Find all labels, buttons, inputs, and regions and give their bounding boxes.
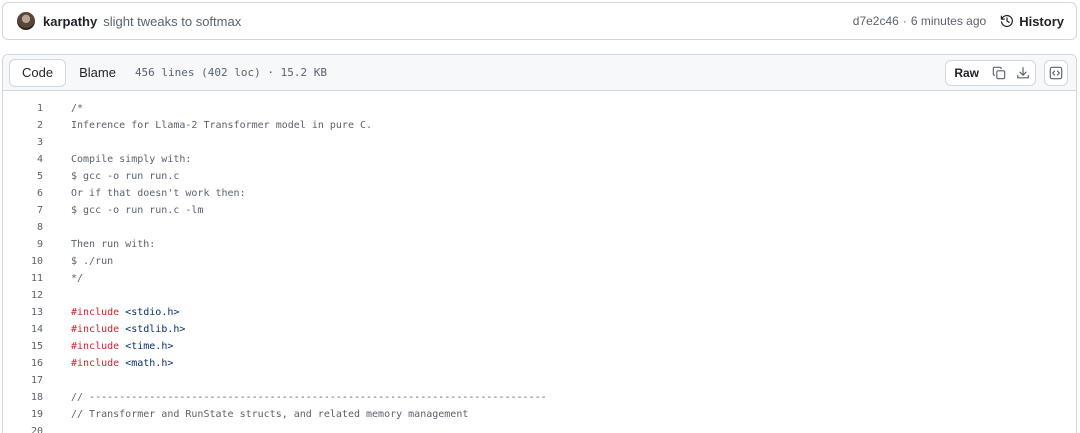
file-header: Code Blame 456 lines (402 loc) · 15.2 KB… [3, 55, 1076, 91]
include-header: <time.h> [125, 341, 174, 352]
download-icon [1017, 66, 1029, 78]
line-number[interactable]: 10 [3, 256, 43, 267]
line-number[interactable]: 20 [3, 426, 43, 433]
history-label: History [1019, 13, 1064, 29]
commit-hash-link[interactable]: d7e2c46 [853, 14, 899, 28]
code-line: 17 [3, 372, 1076, 389]
view-toggle: Code Blame [9, 58, 129, 87]
line-number[interactable]: 6 [3, 188, 43, 199]
raw-button-group: Raw [945, 59, 1036, 86]
code-text: */ [71, 273, 84, 284]
line-number[interactable]: 11 [3, 273, 43, 284]
line-number[interactable]: 15 [3, 341, 43, 352]
code-line: 8 [3, 219, 1076, 236]
history-button[interactable]: History [1000, 14, 1064, 29]
include-header: <stdio.h> [125, 307, 180, 318]
line-number[interactable]: 16 [3, 358, 43, 369]
line-number[interactable]: 5 [3, 171, 43, 182]
code-line: 7 $ gcc -o run run.c -lm [3, 202, 1076, 219]
include-keyword: #include [71, 324, 120, 335]
code-tab[interactable]: Code [9, 58, 67, 87]
code-line: 4 Compile simply with: [3, 151, 1076, 168]
commit-meta: d7e2c46 · 6 minutes ago History [853, 14, 1064, 29]
file-info: 456 lines (402 loc) · 15.2 KB [134, 66, 327, 79]
line-number[interactable]: 12 [3, 290, 43, 301]
code-view: 1 /* 2 Inference for Llama-2 Transformer mo… [3, 91, 1076, 433]
include-keyword: #include [71, 341, 120, 352]
line-number[interactable]: 4 [3, 154, 43, 165]
code-line: 20 [3, 423, 1076, 433]
commit-message-link[interactable]: slight tweaks to softmax [103, 14, 241, 29]
include-keyword: #include [71, 358, 120, 369]
include-header: <math.h> [125, 358, 174, 369]
code-text: Or if that doesn't work then: [71, 188, 246, 199]
code-text: Then run with: [71, 239, 156, 250]
code-text: #include <stdio.h> [71, 307, 179, 318]
blame-tab[interactable]: Blame [66, 59, 129, 87]
code-line: 10 $ ./run [3, 253, 1076, 270]
code-text: #include <math.h> [71, 358, 173, 369]
line-number[interactable]: 19 [3, 409, 43, 420]
code-text: // Transformer and RunState structs, and… [71, 409, 469, 420]
code-square-icon [1049, 66, 1063, 79]
code-line: 3 [3, 134, 1076, 151]
download-button[interactable] [1011, 61, 1035, 85]
raw-button[interactable]: Raw [946, 61, 987, 85]
line-number[interactable]: 18 [3, 392, 43, 403]
avatar[interactable] [17, 12, 35, 30]
code-line: 12 [3, 287, 1076, 304]
code-line: 11 */ [3, 270, 1076, 287]
code-line: 6 Or if that doesn't work then: [3, 185, 1076, 202]
code-text: $ gcc -o run run.c [71, 171, 180, 182]
file-viewer: Code Blame 456 lines (402 loc) · 15.2 KB… [2, 54, 1077, 433]
line-number[interactable]: 3 [3, 137, 43, 148]
code-line: 1 /* [3, 100, 1076, 117]
code-text: Inference for Llama-2 Transformer model … [71, 120, 373, 131]
history-icon [1000, 14, 1014, 28]
file-actions: Raw [945, 59, 1068, 86]
commit-author-link[interactable]: karpathy [43, 14, 97, 29]
code-line: 15 #include <time.h> [3, 338, 1076, 355]
code-line: 2 Inference for Llama-2 Transformer model… [3, 117, 1076, 134]
code-text: $ gcc -o run run.c -lm [71, 205, 204, 216]
symbols-panel-button[interactable] [1044, 59, 1068, 86]
code-line: 16 #include <math.h> [3, 355, 1076, 372]
line-number[interactable]: 8 [3, 222, 43, 233]
code-text: // -------------------------------------… [71, 392, 547, 403]
code-text: #include <time.h> [71, 341, 173, 352]
code-line: 14 #include <stdlib.h> [3, 321, 1076, 338]
line-number[interactable]: 7 [3, 205, 43, 216]
line-number[interactable]: 13 [3, 307, 43, 318]
copy-button[interactable] [987, 61, 1011, 85]
code-text: #include <stdlib.h> [71, 324, 185, 335]
line-number[interactable]: 9 [3, 239, 43, 250]
include-keyword: #include [71, 307, 120, 318]
line-number[interactable]: 17 [3, 375, 43, 386]
code-line: 19 // Transformer and RunState structs, a… [3, 406, 1076, 423]
code-text: /* [71, 103, 84, 114]
include-header: <stdlib.h> [125, 324, 186, 335]
code-text: Compile simply with: [71, 154, 192, 165]
meta-separator: · [902, 14, 907, 28]
line-number[interactable]: 14 [3, 324, 43, 335]
line-number[interactable]: 1 [3, 103, 43, 114]
code-text: $ ./run [71, 256, 114, 267]
latest-commit-bar: karpathy slight tweaks to softmax d7e2c4… [2, 2, 1077, 40]
line-number[interactable]: 2 [3, 120, 43, 131]
code-line: 13 #include <stdio.h> [3, 304, 1076, 321]
commit-time: 6 minutes ago [910, 14, 987, 28]
copy-icon [992, 66, 1006, 79]
code-line: 5 $ gcc -o run run.c [3, 168, 1076, 185]
code-line: 9 Then run with: [3, 236, 1076, 253]
code-line: 18 // -----------------------------------… [3, 389, 1076, 406]
